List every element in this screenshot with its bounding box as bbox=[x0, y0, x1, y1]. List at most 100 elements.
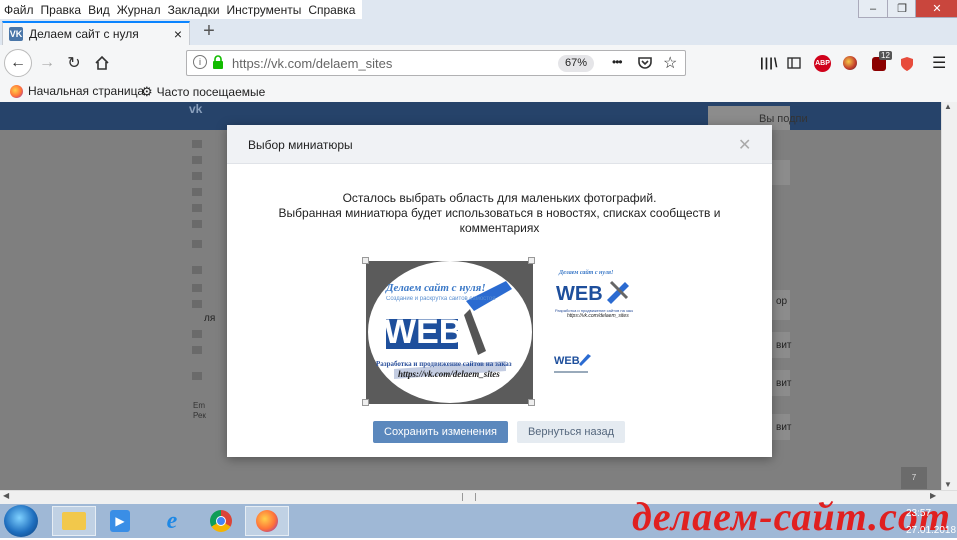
bg-fragment: Рек bbox=[193, 411, 206, 420]
bookmark-home[interactable]: Начальная страница bbox=[10, 84, 144, 98]
dialog-title: Выбор миниатюры bbox=[248, 138, 353, 152]
bookmark-star-icon[interactable]: ☆ bbox=[663, 53, 677, 73]
image-footer: Разработка и продвижение сайтов на заказ bbox=[376, 360, 512, 368]
scroll-thumb[interactable] bbox=[462, 493, 476, 501]
firefox-icon bbox=[10, 84, 23, 98]
image-web-text: WEB bbox=[384, 313, 464, 351]
new-tab-button[interactable]: + bbox=[198, 21, 220, 42]
bookmark-home-label: Начальная страница bbox=[28, 84, 145, 98]
tray-date: 27.01.2018 bbox=[906, 525, 957, 536]
bg-fragment: Em bbox=[193, 401, 205, 410]
wrench-icon bbox=[607, 280, 629, 304]
restore-icon: ❐ bbox=[897, 3, 907, 15]
preview-url: https://vk.com/delaem_sites bbox=[567, 313, 629, 319]
zoom-level[interactable]: 67% bbox=[558, 55, 594, 72]
lock-icon bbox=[213, 55, 223, 69]
go-back-button[interactable]: Вернуться назад bbox=[517, 421, 625, 443]
taskbar-ie[interactable]: e bbox=[150, 506, 194, 536]
news-icon bbox=[192, 140, 202, 148]
minimize-icon: ‒ bbox=[869, 2, 877, 15]
small-preview-line bbox=[554, 371, 588, 373]
menu-file[interactable]: Файл bbox=[0, 3, 37, 17]
tab-close-icon[interactable]: × bbox=[171, 26, 185, 42]
home-button[interactable] bbox=[88, 49, 116, 77]
chrome-icon bbox=[210, 510, 232, 532]
extension-icon[interactable] bbox=[843, 56, 857, 70]
start-button[interactable] bbox=[4, 505, 38, 537]
vertical-scrollbar[interactable] bbox=[941, 102, 957, 490]
back-button[interactable]: ← bbox=[4, 49, 32, 77]
bg-block bbox=[772, 160, 790, 185]
extension-badge: 12 bbox=[879, 51, 892, 60]
vk-logo-icon: vk bbox=[189, 102, 203, 116]
adblock-icon[interactable]: ABP bbox=[814, 55, 831, 72]
info-icon[interactable]: i bbox=[193, 55, 207, 69]
menu-edit[interactable]: Правка bbox=[37, 3, 85, 17]
music-icon bbox=[192, 204, 202, 212]
folder-icon bbox=[62, 512, 86, 530]
small-preview-web-text: WEB bbox=[554, 355, 580, 367]
photos-icon bbox=[192, 188, 202, 196]
taskbar-explorer[interactable] bbox=[52, 506, 96, 536]
save-changes-button[interactable]: Сохранить изменения bbox=[373, 421, 508, 443]
page-actions-button[interactable]: ••• bbox=[612, 55, 623, 69]
gear-icon: ⚙ bbox=[141, 84, 153, 99]
preview-web-text: WEB bbox=[556, 283, 603, 305]
close-icon: ✕ bbox=[932, 3, 942, 15]
friends-icon bbox=[192, 172, 202, 180]
taskbar-chrome[interactable] bbox=[199, 506, 243, 536]
pocket-icon[interactable] bbox=[638, 56, 652, 70]
scroll-down-icon[interactable]: ▼ bbox=[944, 480, 952, 489]
docs-icon bbox=[192, 300, 202, 308]
taskbar-firefox[interactable] bbox=[245, 506, 289, 536]
bg-fragment: ор bbox=[776, 296, 788, 307]
menu-tools[interactable]: Инструменты bbox=[223, 3, 305, 17]
menu-history[interactable]: Журнал bbox=[113, 3, 164, 17]
tray-time: 23:57 bbox=[906, 508, 932, 519]
bookmark-frequent[interactable]: ⚙ Часто посещаемые bbox=[141, 84, 265, 100]
maximize-button[interactable]: ❐ bbox=[887, 0, 917, 18]
dialog-description-line2: Выбранная миниатюра будет использоваться… bbox=[278, 206, 721, 235]
image-subline: Создание и раскрутка сайтов самостоятель… bbox=[386, 296, 496, 302]
firefox-icon bbox=[256, 510, 278, 532]
video-icon bbox=[192, 220, 202, 228]
preview-headline: Делаем сайт с нуля! bbox=[559, 270, 614, 276]
menu-items: Файл Правка Вид Журнал Закладки Инструме… bbox=[0, 0, 363, 19]
site-watermark: делаем-сайт.com bbox=[632, 494, 952, 539]
crop-handle-tr[interactable] bbox=[528, 257, 535, 264]
url-text[interactable]: https://vk.com/delaem_sites bbox=[232, 56, 392, 71]
crop-handle-bl[interactable] bbox=[362, 399, 369, 406]
menu-view[interactable]: Вид bbox=[84, 3, 113, 17]
people-icon bbox=[192, 330, 202, 338]
chat-count-badge[interactable]: 7 bbox=[901, 467, 927, 489]
crop-handle-br[interactable] bbox=[528, 399, 535, 406]
menu-help[interactable]: Справка bbox=[304, 3, 358, 17]
minimize-button[interactable]: ‒ bbox=[858, 0, 888, 18]
ads-icon bbox=[192, 372, 202, 380]
scroll-left-icon[interactable]: ◀ bbox=[3, 491, 9, 500]
dialog-close-icon[interactable]: ✕ bbox=[738, 135, 751, 155]
bg-fragment: вит bbox=[776, 422, 792, 433]
bookmark-frequent-label: Часто посещаемые bbox=[156, 85, 266, 99]
close-window-button[interactable]: ✕ bbox=[915, 0, 957, 18]
taskbar-media[interactable]: ▶ bbox=[98, 506, 142, 536]
subscribed-label: Вы подпи bbox=[759, 113, 808, 125]
bg-fragment: вит bbox=[776, 340, 792, 351]
menu-bookmarks[interactable]: Закладки bbox=[164, 3, 223, 17]
library-icon[interactable]: |||\ bbox=[760, 55, 779, 70]
reload-icon: ↻ bbox=[67, 55, 81, 72]
ie-icon: e bbox=[166, 507, 178, 534]
bg-fragment: ля bbox=[204, 313, 216, 324]
hamburger-menu-icon[interactable]: ☰ bbox=[932, 53, 946, 73]
tab-title: Делаем сайт с нуля bbox=[29, 27, 139, 41]
forward-button[interactable]: → bbox=[33, 49, 61, 77]
reload-button[interactable]: ↻ bbox=[60, 49, 88, 77]
shield-icon[interactable] bbox=[900, 56, 914, 72]
image-headline: Делаем сайт с нуля! bbox=[386, 282, 486, 294]
people-icon bbox=[192, 346, 202, 354]
crop-handle-tl[interactable] bbox=[362, 257, 369, 264]
tab-active[interactable]: VK Делаем сайт с нуля × bbox=[2, 21, 190, 45]
dialog-description-line1: Осталось выбрать область для маленьких ф… bbox=[342, 191, 657, 205]
scroll-up-icon[interactable]: ▲ bbox=[944, 102, 952, 111]
sidebar-icon[interactable] bbox=[787, 56, 801, 70]
